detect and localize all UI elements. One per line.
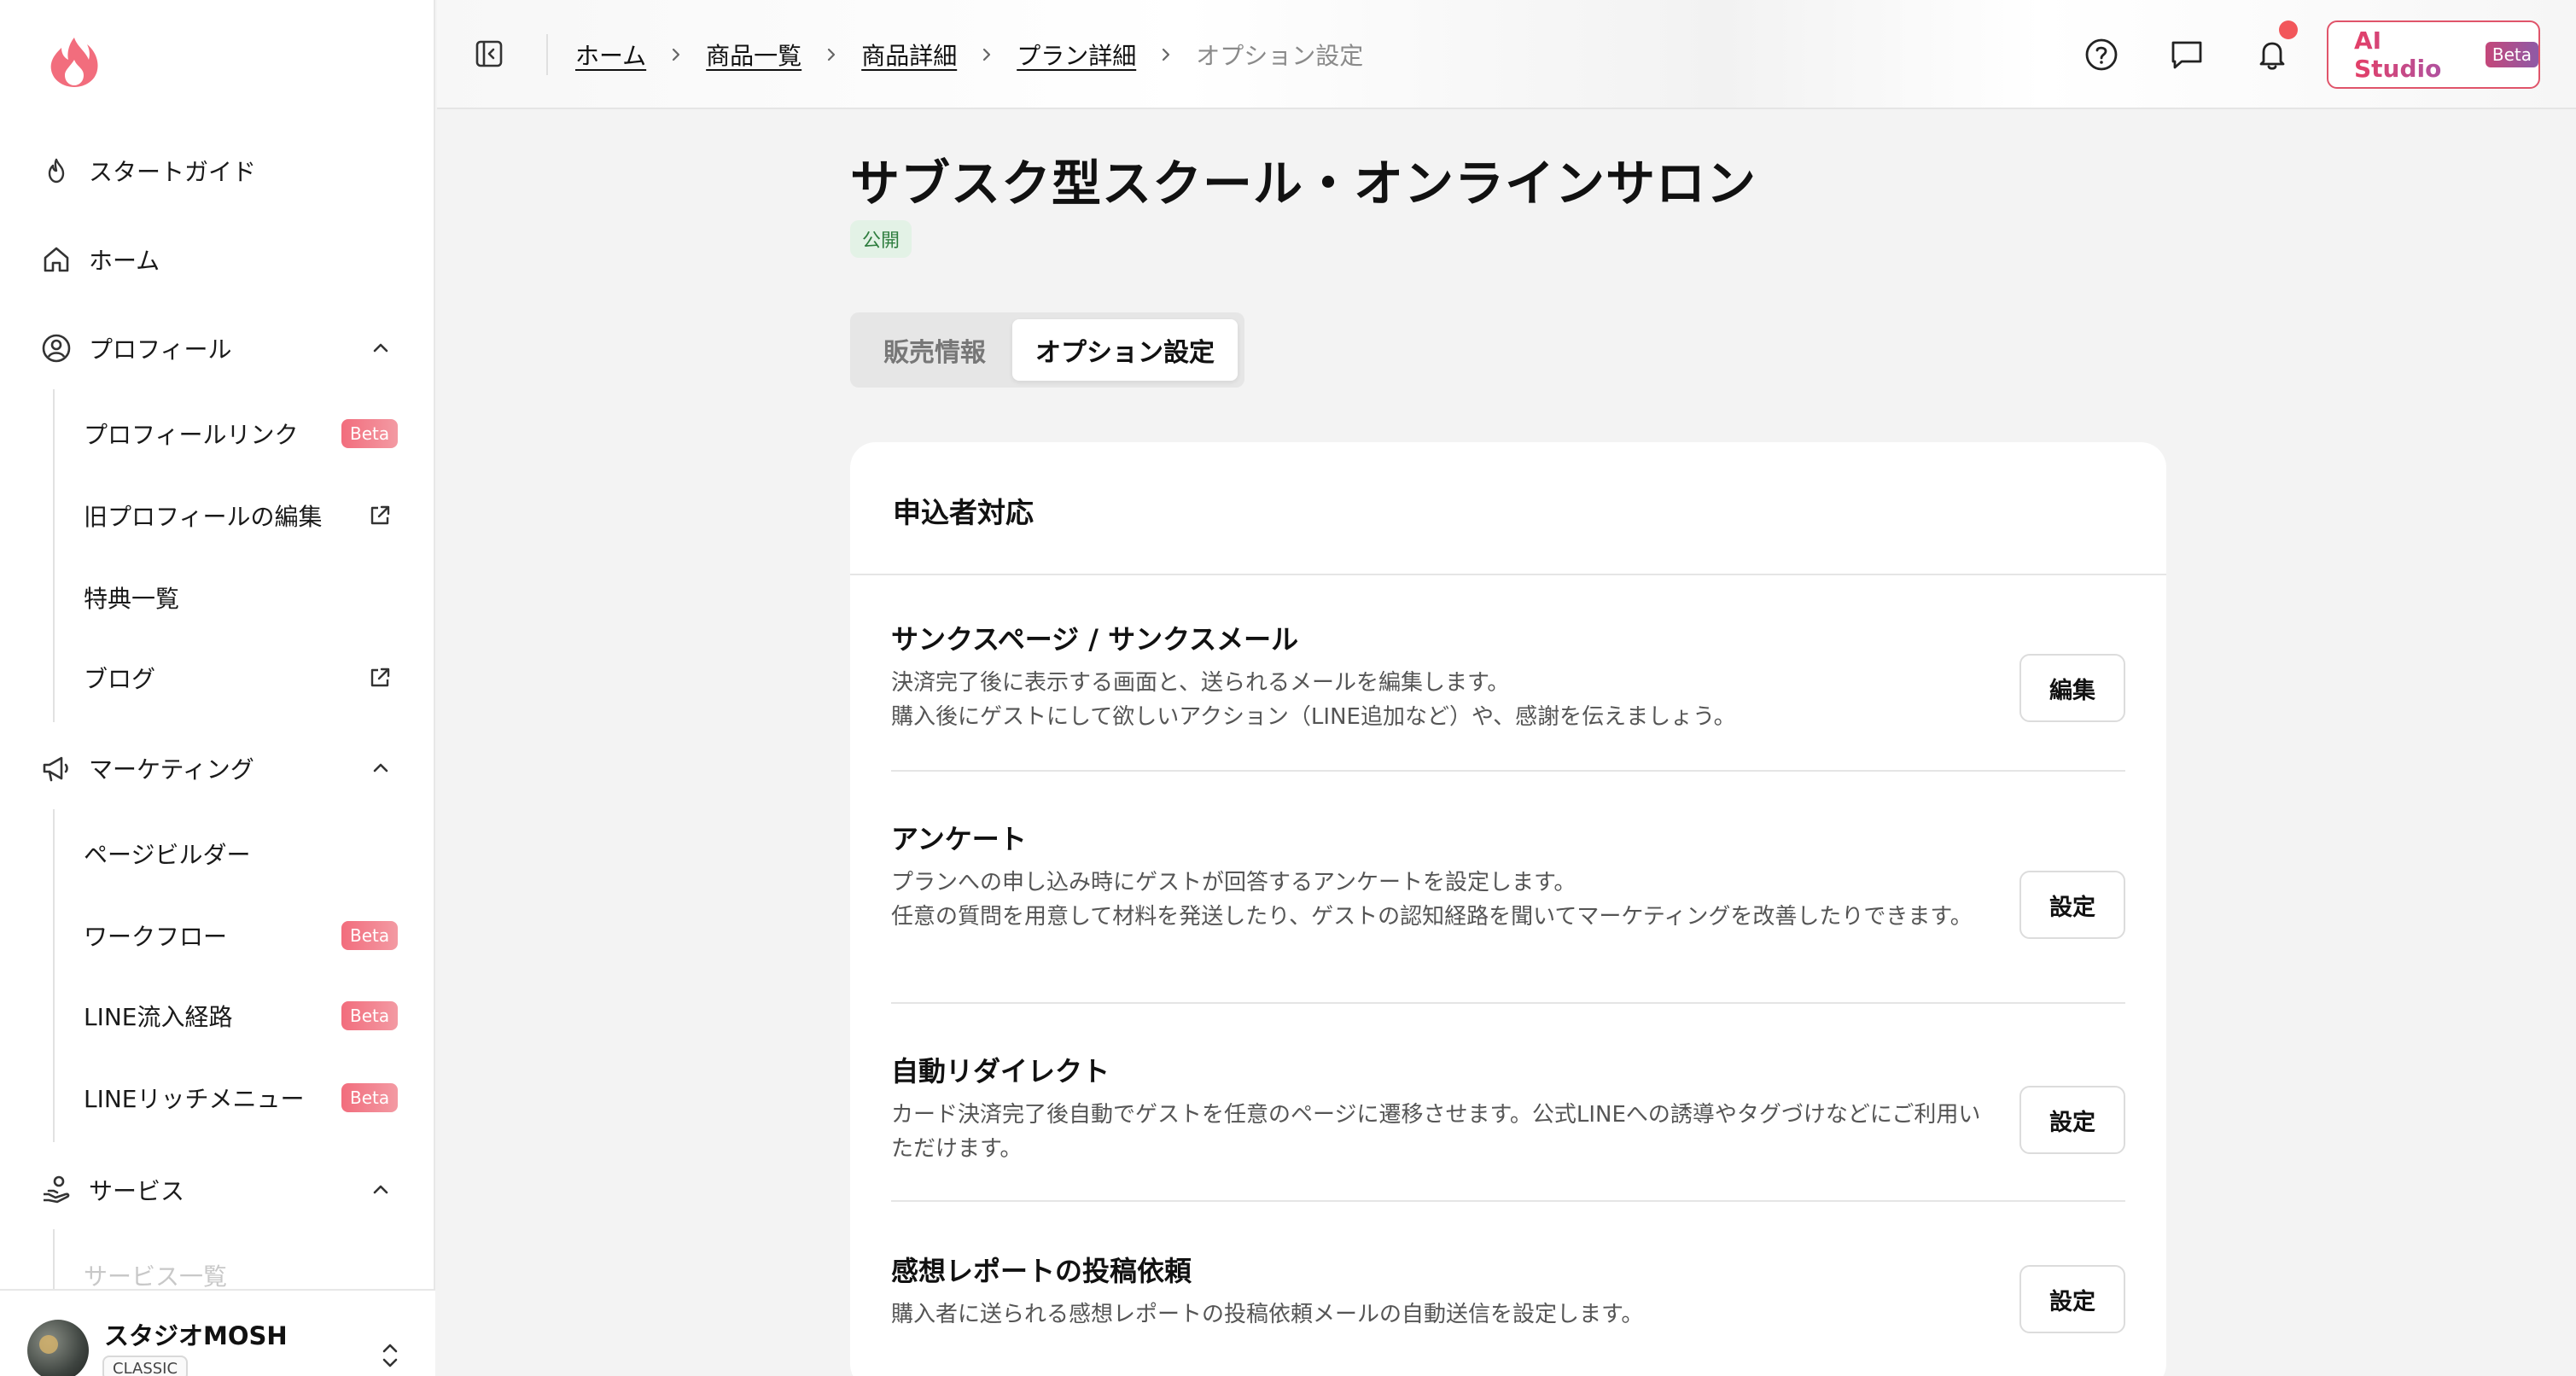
divider bbox=[891, 770, 2125, 772]
edit-button[interactable]: 編集 bbox=[2019, 654, 2125, 722]
megaphone-icon bbox=[39, 751, 73, 785]
sidebar-item-start-guide[interactable]: スタートガイド bbox=[0, 137, 435, 205]
flame-icon bbox=[39, 154, 73, 188]
notification-dot bbox=[2279, 20, 2298, 39]
header-divider bbox=[546, 34, 548, 75]
breadcrumb-home[interactable]: ホーム bbox=[575, 38, 646, 72]
chevron-right-icon bbox=[1136, 47, 1196, 62]
sidebar-item-workflow[interactable]: ワークフロー Beta bbox=[0, 901, 435, 970]
breadcrumb-product-list[interactable]: 商品一覧 bbox=[706, 38, 801, 72]
status-badge: 公開 bbox=[850, 220, 912, 258]
account-switcher[interactable]: スタジオMOSH CLASSIC bbox=[0, 1289, 435, 1376]
divider bbox=[891, 1200, 2125, 1202]
beta-badge: Beta bbox=[341, 1001, 399, 1030]
sidebar-item-label: ブログ bbox=[84, 665, 156, 693]
tab-bar: 販売情報 オプション設定 bbox=[850, 312, 1244, 388]
beta-badge: Beta bbox=[2485, 42, 2538, 67]
sidebar-item-label: サービス bbox=[89, 1177, 185, 1205]
chevron-right-icon bbox=[646, 47, 706, 62]
page-title: サブスク型スクール・オンラインサロン bbox=[850, 155, 1757, 213]
sidebar-item-page-builder[interactable]: ページビルダー bbox=[0, 819, 435, 888]
setting-description-text: 決済完了後に表示する画面と、送られるメールを編集します。 購入後にゲストにして欲し… bbox=[891, 670, 1736, 730]
setting-description-text: カード決済完了後自動でゲストを任意のページに遷移させます。公式LINEへの誘導や… bbox=[891, 1102, 1981, 1162]
sidebar-item-label: 旧プロフィールの編集 bbox=[84, 503, 323, 531]
setting-row-survey: アンケート プランへの申し込み時にゲストが回答するアンケートを設定します。 任意の… bbox=[891, 818, 2125, 954]
breadcrumb-plan-detail[interactable]: プラン詳細 bbox=[1017, 38, 1136, 72]
sidebar-item-label: マーケティング bbox=[89, 755, 254, 784]
bell-icon[interactable] bbox=[2253, 36, 2291, 73]
setting-title: サンクスページ / サンクスメール bbox=[891, 623, 1299, 656]
account-name: スタジオMOSH bbox=[104, 1321, 288, 1350]
setting-row-thanks-page: サンクスページ / サンクスメール 決済完了後に表示する画面と、送られるメールを… bbox=[891, 618, 2125, 730]
sidebar-item-label: プロフィールリンク bbox=[84, 421, 299, 449]
setting-description: プランへの申し込み時にゲストが回答するアンケートを設定します。 任意の質問を用意し… bbox=[891, 866, 1984, 934]
sidebar-item-marketing[interactable]: マーケティング bbox=[0, 734, 435, 802]
sidebar-item-line-rich-menu[interactable]: LINEリッチメニュー Beta bbox=[0, 1064, 435, 1132]
sidebar-item-label: プロフィール bbox=[89, 335, 232, 364]
setting-description: 購入者に送られる感想レポートの投稿依頼メールの自動送信を設定します。 bbox=[891, 1297, 1984, 1332]
sidebar-item-label: スタートガイド bbox=[89, 158, 257, 186]
sidebar-item-label: LINEリッチメニュー bbox=[84, 1085, 305, 1113]
setting-row-auto-redirect: 自動リダイレクト カード決済完了後自動でゲストを任意のページに遷移させます。公式… bbox=[891, 1050, 2125, 1162]
user-circle-icon bbox=[39, 331, 73, 365]
home-icon bbox=[39, 242, 73, 277]
beta-badge: Beta bbox=[341, 1083, 399, 1112]
sidebar-item-services[interactable]: サービス bbox=[0, 1156, 435, 1224]
breadcrumb-current: オプション設定 bbox=[1196, 42, 1364, 70]
setting-description-text: プランへの申し込み時にゲストが回答するアンケートを設定します。 任意の質問を用意し… bbox=[891, 870, 1973, 930]
ai-studio-label: AI Studio bbox=[2354, 26, 2477, 83]
setting-title: アンケート bbox=[891, 823, 1027, 855]
settings-button[interactable]: 設定 bbox=[2019, 1086, 2125, 1154]
external-link-icon bbox=[365, 501, 394, 530]
setting-description: 決済完了後に表示する画面と、送られるメールを編集します。 購入後にゲストにして欲し… bbox=[891, 666, 1984, 734]
chevron-up-icon[interactable] bbox=[365, 333, 396, 364]
chevron-right-icon bbox=[801, 47, 861, 62]
divider bbox=[850, 574, 2166, 575]
card-title: 申込者対応 bbox=[893, 496, 1034, 529]
sidebar-item-home[interactable]: ホーム bbox=[0, 225, 435, 294]
chevron-up-down-icon[interactable] bbox=[376, 1338, 405, 1373]
top-header: ホーム 商品一覧 商品詳細 プラン詳細 オプション設定 AI Studio Be… bbox=[437, 0, 2576, 109]
sidebar-item-profile[interactable]: プロフィール bbox=[0, 314, 435, 382]
sidebar-item-label: 特典一覧 bbox=[84, 585, 180, 613]
sidebar-item-label: サービス一覧 bbox=[84, 1262, 228, 1291]
settings-button[interactable]: 設定 bbox=[2019, 1265, 2125, 1333]
flame-logo-icon[interactable] bbox=[46, 34, 102, 90]
divider bbox=[891, 1002, 2125, 1004]
breadcrumb-product-detail[interactable]: 商品詳細 bbox=[861, 38, 957, 72]
setting-description: カード決済完了後自動でゲストを任意のページに遷移させます。公式LINEへの誘導や… bbox=[891, 1098, 1984, 1166]
chevron-up-icon[interactable] bbox=[365, 753, 396, 784]
sidebar-collapse-icon[interactable] bbox=[471, 36, 507, 72]
help-circle-icon[interactable] bbox=[2083, 36, 2120, 73]
sidebar-item-label: ワークフロー bbox=[84, 923, 228, 951]
breadcrumb: ホーム 商品一覧 商品詳細 プラン詳細 オプション設定 bbox=[575, 0, 1363, 109]
settings-button[interactable]: 設定 bbox=[2019, 871, 2125, 939]
tab-option-settings[interactable]: オプション設定 bbox=[1012, 319, 1238, 381]
sidebar-item-line-inflow[interactable]: LINE流入経路 Beta bbox=[0, 982, 435, 1050]
external-link-icon bbox=[365, 663, 394, 692]
chat-icon[interactable] bbox=[2168, 36, 2206, 73]
setting-title: 感想レポートの投稿依頼 bbox=[891, 1255, 1192, 1287]
sidebar-item-label: ホーム bbox=[89, 247, 160, 275]
sidebar-item-label: ページビルダー bbox=[84, 841, 251, 869]
setting-description-text: 購入者に送られる感想レポートの投稿依頼メールの自動送信を設定します。 bbox=[891, 1302, 1644, 1327]
avatar bbox=[27, 1320, 89, 1376]
setting-row-review-request: 感想レポートの投稿依頼 購入者に送られる感想レポートの投稿依頼メールの自動送信を… bbox=[891, 1250, 2125, 1335]
chevron-up-icon[interactable] bbox=[365, 1175, 396, 1205]
plan-tag: CLASSIC bbox=[102, 1356, 189, 1376]
sidebar-item-profile-link[interactable]: プロフィールリンク Beta bbox=[0, 399, 435, 468]
hand-service-icon bbox=[39, 1173, 73, 1207]
ai-studio-button[interactable]: AI Studio Beta bbox=[2327, 20, 2540, 89]
sidebar-item-benefits[interactable]: 特典一覧 bbox=[0, 563, 435, 632]
sidebar-item-label: LINE流入経路 bbox=[84, 1003, 233, 1031]
sidebar-item-blog[interactable]: ブログ bbox=[0, 644, 435, 712]
setting-title: 自動リダイレクト bbox=[891, 1055, 1110, 1087]
sidebar-item-old-profile-edit[interactable]: 旧プロフィールの編集 bbox=[0, 481, 435, 550]
beta-badge: Beta bbox=[341, 419, 399, 448]
sidebar: スタートガイド ホーム プロフィール プロフィールリンク Beta 旧プロフィー… bbox=[0, 0, 435, 1376]
applicant-handling-card: 申込者対応 サンクスページ / サンクスメール 決済完了後に表示する画面と、送ら… bbox=[850, 442, 2166, 1376]
tab-sales-info[interactable]: 販売情報 bbox=[857, 319, 1012, 381]
beta-badge: Beta bbox=[341, 921, 399, 950]
chevron-right-icon bbox=[957, 47, 1017, 62]
